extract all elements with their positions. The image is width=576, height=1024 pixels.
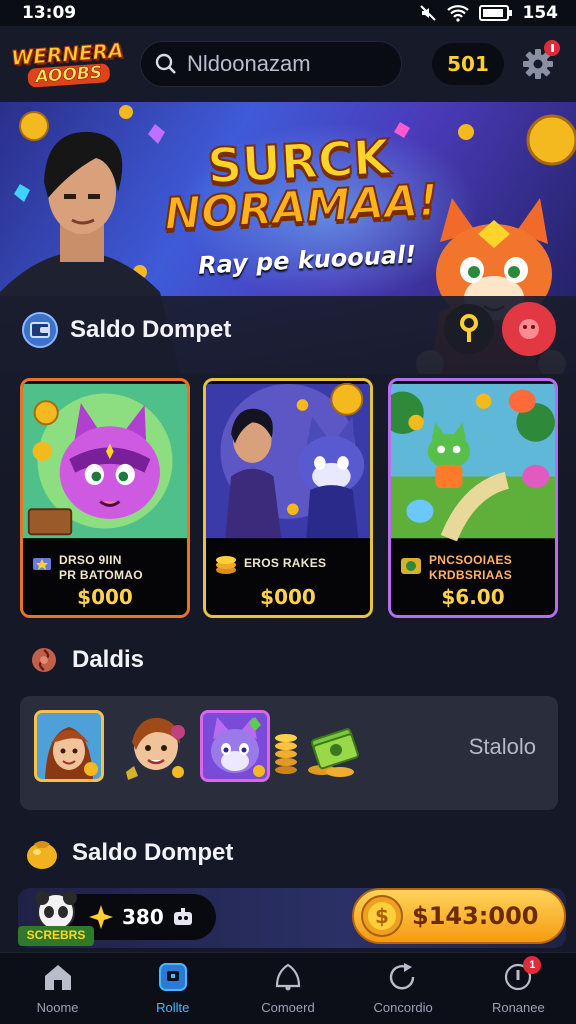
nav-item-wallet[interactable]: Rollte xyxy=(118,962,228,1015)
record-button[interactable] xyxy=(502,302,556,356)
ticket-icon xyxy=(33,558,51,570)
logo-line2: AOOBS xyxy=(26,62,111,88)
status-time: 13:09 xyxy=(22,3,77,23)
wallet-section-title: Saldo Dompet xyxy=(70,316,232,343)
items-status: Stalolo xyxy=(468,734,536,759)
status-icons: 154 xyxy=(419,3,559,23)
card-art xyxy=(206,382,370,539)
avatar-icon xyxy=(37,713,101,779)
game-card[interactable]: EROS RAKES $000 xyxy=(203,378,373,618)
wallet-section-header: Saldo Dompet xyxy=(22,312,231,348)
balance-section-title: Saldo Dompet xyxy=(72,839,234,866)
card-price: $000 xyxy=(260,585,316,609)
nav-item-label: Ronanee xyxy=(491,1000,545,1015)
status-bar: 13:09 154 xyxy=(0,0,576,26)
nav-item-label: Rollte xyxy=(156,1000,190,1015)
wifi-icon xyxy=(446,5,469,22)
card-price: $000 xyxy=(77,585,133,609)
items-section-header: Daldis xyxy=(28,644,144,676)
nav-item-label: Noome xyxy=(36,1000,79,1015)
avatar-icon xyxy=(126,717,185,780)
nav-item-history[interactable]: Concordio xyxy=(348,962,458,1015)
card-caption-line2: KRDBSRIAAS xyxy=(429,568,513,582)
balance-amount: $143:000 xyxy=(412,902,539,930)
battery-icon xyxy=(478,5,512,21)
nav-item-home[interactable]: Noome xyxy=(3,962,113,1015)
dollar-coin-icon: $ xyxy=(361,895,403,937)
record-icon xyxy=(519,319,539,339)
key-icon xyxy=(460,314,478,342)
key-button[interactable] xyxy=(444,304,494,354)
home-icon xyxy=(44,965,71,990)
hero-title: SURCK NORAMAA! xyxy=(148,128,452,241)
card-caption-line1: PNCSOOIAES xyxy=(429,553,513,567)
card-art xyxy=(391,383,555,541)
refresh-icon xyxy=(389,963,415,990)
bottom-nav: Noome Rollte Comoerd Concordio 1 Ronanee xyxy=(0,952,576,1024)
bell-icon xyxy=(275,963,301,991)
nav-item-label: Comoerd xyxy=(261,1000,315,1015)
nav-item-notifications[interactable]: Comoerd xyxy=(233,962,343,1015)
nav-item-label: Concordio xyxy=(373,1000,433,1015)
rose-icon xyxy=(32,648,56,672)
app-logo[interactable]: WERNERA AOOBS xyxy=(10,33,125,95)
wallet-icon xyxy=(22,312,58,348)
search-icon xyxy=(155,53,176,74)
item-avatar-boy[interactable] xyxy=(120,710,190,782)
coin-stack-icon xyxy=(216,556,236,574)
card-caption-line1: EROS RAKES xyxy=(244,556,327,570)
card-price: $6.00 xyxy=(441,585,505,609)
cash-stack-icon xyxy=(308,728,359,777)
mute-icon xyxy=(419,5,436,21)
card-caption-line1: DRSO 9IIN xyxy=(59,553,122,567)
game-card[interactable]: PNCSOOIAES KRDBSRIAAS $6.00 xyxy=(388,378,558,618)
game-card[interactable]: DRSO 9IIN PR BATOMAO $000 xyxy=(20,378,190,618)
scores-badge[interactable]: SCREBRS xyxy=(16,888,96,952)
search-placeholder: Nldoonazam xyxy=(187,51,311,76)
points-value: 380 xyxy=(122,905,164,929)
coin-bag-icon xyxy=(27,841,57,869)
balance-section-header: Saldo Dompet xyxy=(24,836,233,870)
logo-line1: WERNERA xyxy=(10,37,125,70)
battery-level: 154 xyxy=(522,3,559,23)
item-avatar-cat[interactable] xyxy=(200,710,270,782)
items-list: Stalolo xyxy=(20,696,558,810)
scores-badge-label: SCREBRS xyxy=(26,928,86,942)
item-avatar-girl[interactable] xyxy=(34,710,104,782)
panda-mascot-icon xyxy=(18,891,94,946)
card-caption-line2: PR BATOMAO xyxy=(59,568,143,582)
nav-badge: 1 xyxy=(523,956,542,974)
settings-button[interactable] xyxy=(518,40,560,84)
app-header: WERNERA AOOBS Nldoonazam 501 xyxy=(0,26,576,102)
balance-amount-button[interactable]: $ $143:000 xyxy=(352,888,566,944)
avatar-icon xyxy=(203,713,267,779)
gift-icon xyxy=(401,558,421,574)
wallet-icon xyxy=(158,963,187,991)
card-art xyxy=(23,383,187,539)
coin-balance[interactable]: 501 xyxy=(432,43,504,85)
robot-icon xyxy=(173,908,192,925)
items-section-title: Daldis xyxy=(72,646,145,673)
coin-stack-icon xyxy=(275,734,297,774)
svg-text:$: $ xyxy=(375,904,389,928)
search-input[interactable]: Nldoonazam xyxy=(140,41,402,87)
notification-dot xyxy=(544,40,560,56)
nav-item-profile[interactable]: 1 Ronanee xyxy=(463,956,573,1015)
